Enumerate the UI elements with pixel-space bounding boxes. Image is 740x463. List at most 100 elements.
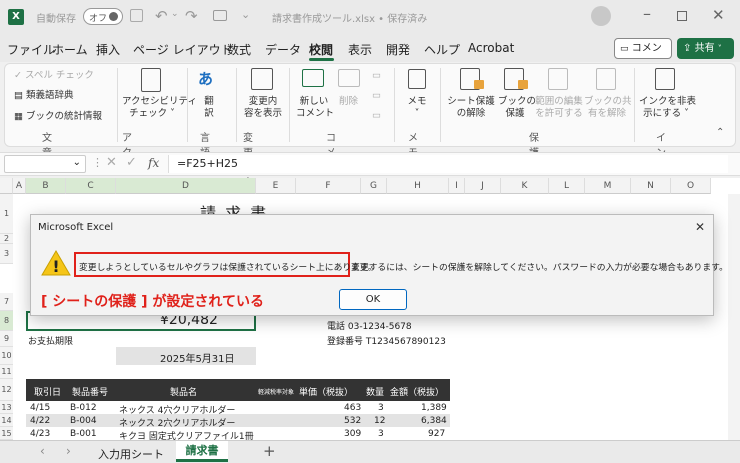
column-header[interactable]: D — [116, 178, 256, 194]
column-header[interactable]: C — [66, 178, 116, 194]
redo-icon[interactable]: ↷ — [185, 7, 198, 25]
spelling-check-button[interactable]: ✓ スペル チェック — [14, 70, 94, 82]
column-header[interactable]: H — [387, 178, 449, 194]
column-header[interactable]: A — [13, 178, 26, 194]
cancel-icon[interactable]: ✕ — [106, 155, 117, 170]
insert-function-icon[interactable]: fx — [148, 156, 159, 170]
column-header[interactable]: E — [256, 178, 296, 194]
row-header[interactable]: 14 — [0, 414, 13, 427]
table-cell: 4/15 — [30, 403, 51, 413]
unprotect-sheet-button[interactable]: シート保護 の解除 — [446, 96, 496, 120]
vertical-scrollbar[interactable] — [728, 194, 740, 440]
thesaurus-button[interactable]: ▤ 類義語辞典 — [14, 90, 74, 102]
row-header[interactable]: 7 — [0, 293, 13, 311]
show-comments-icon[interactable]: ▭ — [372, 110, 381, 122]
row-header[interactable]: 15 — [0, 427, 13, 440]
tab-data[interactable]: データ — [265, 41, 301, 58]
allow-edit-ranges-button[interactable]: 範囲の編集 を許可する — [534, 96, 584, 120]
table-header-quantity: 数量 — [366, 388, 385, 398]
select-all-corner[interactable] — [0, 178, 13, 194]
hide-ink-button[interactable]: インクを非表 示にする ˅ — [639, 96, 696, 120]
collapse-ribbon-icon[interactable]: ⌃ — [716, 127, 724, 138]
close-dialog-icon[interactable]: ✕ — [695, 220, 705, 234]
autosave-label: 自動保存 — [36, 14, 76, 25]
row-header[interactable]: 12 — [0, 379, 13, 401]
table-header-product-no: 製品番号 — [72, 388, 109, 398]
new-comment-button[interactable]: 新しい コメント — [296, 96, 334, 120]
minimize-icon[interactable]: – — [643, 4, 651, 23]
column-header[interactable]: I — [449, 178, 465, 194]
account-avatar[interactable] — [591, 6, 611, 26]
due-date-value: 2025年5月31日 — [160, 354, 235, 365]
tab-review[interactable]: 校閲 — [309, 41, 333, 58]
customize-qat-icon[interactable]: ⌄ — [241, 8, 250, 21]
formula-input[interactable]: =F25+H25 — [168, 155, 728, 173]
comments-button[interactable]: ▭ コメント — [614, 38, 672, 74]
row-header[interactable]: 11 — [0, 365, 13, 379]
sheet-tab-input[interactable]: 入力用シート — [98, 446, 164, 462]
table-cell: 1,389 — [421, 403, 447, 413]
row-header[interactable]: 9 — [0, 331, 13, 347]
next-comment-icon[interactable]: ▭ — [372, 90, 381, 102]
column-header[interactable]: N — [631, 178, 671, 194]
name-box[interactable]: ⌄ — [4, 155, 86, 173]
column-header[interactable]: B — [26, 178, 66, 194]
undo-dropdown-icon[interactable]: ⌄ — [171, 9, 179, 19]
row-header[interactable]: 3 — [0, 244, 13, 264]
save-icon[interactable] — [130, 9, 143, 22]
divider — [440, 68, 441, 142]
share-button[interactable]: ⇪ 共有 ˅ — [677, 38, 734, 59]
row-header[interactable]: 10 — [0, 347, 13, 365]
row-header[interactable]: 2 — [0, 234, 13, 244]
tab-insert[interactable]: 挿入 — [96, 41, 120, 58]
notes-button[interactable]: メモ ˅ — [406, 96, 428, 120]
column-header[interactable]: F — [296, 178, 361, 194]
tab-view[interactable]: 表示 — [348, 41, 372, 58]
table-cell: 4/23 — [30, 429, 51, 439]
column-header[interactable]: M — [585, 178, 631, 194]
column-header[interactable]: J — [465, 178, 501, 194]
add-sheet-icon[interactable]: + — [263, 442, 276, 460]
column-header[interactable]: G — [361, 178, 387, 194]
show-changes-button[interactable]: 変更内 容を表示 — [240, 96, 286, 120]
tab-home[interactable]: ホーム — [52, 41, 88, 58]
close-window-icon[interactable]: ✕ — [712, 6, 725, 24]
show-changes-icon — [251, 68, 273, 90]
translate-button[interactable]: 翻訳 — [197, 96, 221, 120]
column-header[interactable]: O — [671, 178, 711, 194]
tab-page-layout[interactable]: ページ レイアウト — [133, 41, 233, 58]
enter-icon[interactable]: ✓ — [126, 155, 137, 170]
accessibility-check-button[interactable]: アクセシビリティ チェック ˅ — [122, 96, 197, 120]
tab-help[interactable]: ヘルプ — [424, 41, 460, 58]
tab-acrobat[interactable]: Acrobat — [468, 41, 514, 55]
ok-button[interactable]: OK — [339, 289, 407, 310]
previous-comment-icon[interactable]: ▭ — [372, 70, 381, 82]
table-cell: ネックス 2穴クリアホルダー — [119, 419, 236, 429]
column-header[interactable]: L — [549, 178, 585, 194]
row-header[interactable]: 13 — [0, 401, 13, 414]
tab-developer[interactable]: 開発 — [386, 41, 410, 58]
workbook-statistics-button[interactable]: ▦ ブックの統計情報 — [14, 111, 102, 123]
active-tab-underline — [309, 58, 334, 61]
scroll-left-icon[interactable]: ‹ — [40, 444, 45, 458]
sheet-tab-invoice[interactable]: 請求書 — [176, 441, 228, 462]
table-cell: 3 — [378, 429, 384, 439]
row-header[interactable]: 8 — [0, 311, 13, 331]
tab-file[interactable]: ファイル — [7, 41, 55, 58]
unshare-workbook-button[interactable]: ブックの共 有を解除 — [584, 96, 632, 120]
row-header[interactable]: 1 — [0, 194, 13, 234]
chevron-down-icon: ⌄ — [72, 157, 81, 168]
lock-icon — [474, 80, 484, 89]
undo-icon[interactable]: ↶ — [155, 7, 168, 25]
notes-icon — [408, 69, 426, 89]
autosave-toggle[interactable]: オフ — [83, 8, 123, 25]
camera-icon[interactable] — [213, 10, 227, 21]
maximize-icon[interactable] — [677, 11, 687, 21]
table-header-unit-price: 単価（税抜） — [299, 388, 354, 398]
scroll-right-icon[interactable]: › — [66, 444, 71, 458]
protect-workbook-button[interactable]: ブックの 保護 — [498, 96, 536, 120]
delete-comment-button[interactable]: 削除 — [339, 96, 358, 108]
tab-formulas[interactable]: 数式 — [227, 41, 251, 58]
column-header[interactable]: K — [501, 178, 549, 194]
chevron-down-icon: ˅ — [717, 44, 722, 53]
